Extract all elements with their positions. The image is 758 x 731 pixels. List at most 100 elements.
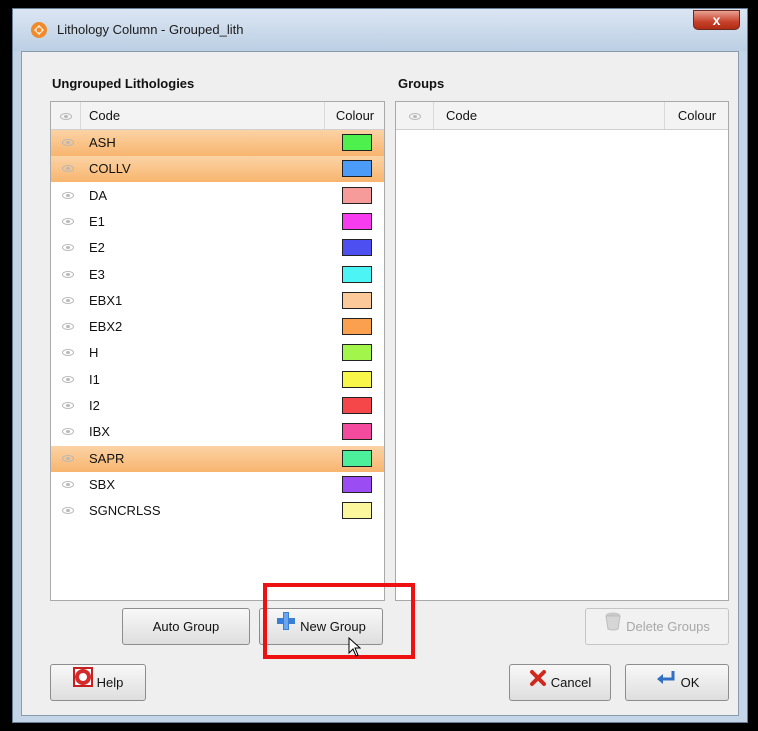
enter-arrow-icon <box>655 665 677 700</box>
lithology-code: E2 <box>89 240 105 256</box>
lithology-code: I2 <box>89 398 100 413</box>
lithology-code: EBX2 <box>89 319 123 335</box>
lithology-code: E3 <box>89 266 105 282</box>
visibility-eye-icon[interactable] <box>62 323 74 331</box>
groups-code-column-header[interactable]: Code <box>434 102 665 129</box>
red-highlight-annotation <box>263 583 415 659</box>
colour-swatch[interactable] <box>342 265 372 283</box>
cancel-label: Cancel <box>550 675 592 690</box>
lithology-code: ASH <box>89 135 116 150</box>
lithology-row[interactable]: ASH <box>51 130 384 156</box>
delete-groups-button[interactable]: Delete Groups <box>585 608 729 645</box>
lithology-code: EBX1 <box>89 292 123 308</box>
lithology-row[interactable]: E2 <box>51 235 384 261</box>
title-bar[interactable]: Lithology Column - Grouped_lith x <box>13 9 747 51</box>
ungrouped-lithologies-table[interactable]: Code Colour ASH COLLV DA E1 E2 E3 EBX1 EBX2 H I1 I… <box>50 101 385 601</box>
colour-swatch[interactable] <box>342 397 372 414</box>
auto-group-label: Auto Group <box>152 619 220 634</box>
colour-swatch[interactable] <box>342 449 372 467</box>
lithology-row[interactable]: SAPR <box>51 445 384 472</box>
screenshot-frame: Lithology Column - Grouped_lith x Ungrou… <box>0 0 758 731</box>
lithology-code: I1 <box>89 371 100 387</box>
help-label: Help <box>96 675 124 690</box>
lithology-code: H <box>89 345 99 361</box>
groups-colour-column-header[interactable]: Colour <box>665 102 728 129</box>
ok-button[interactable]: OK <box>625 664 729 701</box>
colour-swatch[interactable] <box>342 239 372 257</box>
visibility-eye-icon[interactable] <box>62 139 74 146</box>
lithology-row[interactable]: E1 <box>51 209 384 235</box>
help-button[interactable]: Help <box>50 664 146 701</box>
visibility-eye-icon[interactable] <box>62 454 74 462</box>
colour-swatch[interactable] <box>342 370 372 388</box>
visibility-eye-icon[interactable] <box>62 217 74 225</box>
ungrouped-table-header: Code Colour <box>51 102 384 130</box>
lithology-row[interactable]: H <box>51 340 384 366</box>
lithology-row[interactable]: COLLV <box>51 156 384 183</box>
colour-swatch[interactable] <box>342 134 372 151</box>
app-logo-icon <box>30 21 48 39</box>
lithology-row[interactable]: EBX2 <box>51 314 384 340</box>
trash-icon <box>604 609 622 644</box>
lithology-code: SAPR <box>89 450 125 466</box>
lithology-row[interactable]: IBX <box>51 419 384 445</box>
colour-swatch[interactable] <box>342 502 372 520</box>
lithology-row[interactable]: DA <box>51 183 384 209</box>
lithology-row[interactable]: I1 <box>51 367 384 393</box>
colour-swatch[interactable] <box>342 212 372 230</box>
lithology-row[interactable]: SBX <box>51 472 384 498</box>
visibility-eye-icon[interactable] <box>62 480 74 488</box>
lithology-code: SBX <box>89 476 116 492</box>
colour-swatch[interactable] <box>342 186 372 204</box>
visibility-eye-icon[interactable] <box>62 375 74 383</box>
lithology-code: COLLV <box>89 161 131 177</box>
close-icon: x <box>712 12 721 28</box>
lithology-row[interactable]: I2 <box>51 393 384 419</box>
groups-label: Groups <box>398 76 445 91</box>
colour-swatch[interactable] <box>342 318 372 336</box>
visibility-eye-icon[interactable] <box>62 507 74 515</box>
visibility-eye-icon[interactable] <box>62 402 74 409</box>
colour-swatch[interactable] <box>342 291 372 309</box>
eye-icon <box>408 113 421 120</box>
backdrop-top <box>0 0 758 8</box>
auto-group-button[interactable]: Auto Group <box>122 608 250 645</box>
groups-table[interactable]: Code Colour <box>395 101 729 601</box>
cancel-button[interactable]: Cancel <box>509 664 611 701</box>
ok-label: OK <box>680 675 700 690</box>
backdrop-right <box>748 0 758 731</box>
colour-swatch[interactable] <box>342 160 372 178</box>
lithology-row[interactable]: E3 <box>51 262 384 288</box>
colour-swatch[interactable] <box>342 344 372 362</box>
visibility-eye-icon[interactable] <box>62 244 74 252</box>
visibility-eye-icon[interactable] <box>62 349 74 357</box>
lithology-row[interactable]: SGNCRLSS <box>51 498 384 524</box>
visibility-eye-icon[interactable] <box>62 270 74 278</box>
lithology-row[interactable]: EBX1 <box>51 288 384 314</box>
colour-swatch[interactable] <box>342 423 372 441</box>
ungrouped-lithologies-label: Ungrouped Lithologies <box>52 76 195 91</box>
lifebuoy-icon <box>72 665 93 700</box>
delete-groups-label: Delete Groups <box>626 619 710 634</box>
red-x-icon <box>529 665 547 700</box>
window-title: Lithology Column - Grouped_lith <box>57 22 244 37</box>
colour-column-header[interactable]: Colour <box>325 102 384 129</box>
visibility-column-header[interactable] <box>51 102 81 129</box>
groups-visibility-column-header[interactable] <box>396 102 434 129</box>
eye-icon <box>59 113 72 120</box>
visibility-eye-icon[interactable] <box>62 428 74 436</box>
lithology-code: SGNCRLSS <box>89 503 161 519</box>
groups-table-header: Code Colour <box>396 102 728 130</box>
mouse-cursor-icon <box>348 636 362 660</box>
code-column-header[interactable]: Code <box>81 102 325 129</box>
visibility-eye-icon[interactable] <box>62 191 74 199</box>
colour-swatch[interactable] <box>342 475 372 493</box>
close-button[interactable]: x <box>693 10 740 30</box>
backdrop-bottom <box>0 723 758 731</box>
backdrop-left <box>0 0 12 731</box>
visibility-eye-icon[interactable] <box>62 296 74 304</box>
lithology-code: DA <box>89 187 108 203</box>
visibility-eye-icon[interactable] <box>62 165 74 173</box>
lithology-code: E1 <box>89 213 105 229</box>
lithology-code: IBX <box>89 424 110 440</box>
